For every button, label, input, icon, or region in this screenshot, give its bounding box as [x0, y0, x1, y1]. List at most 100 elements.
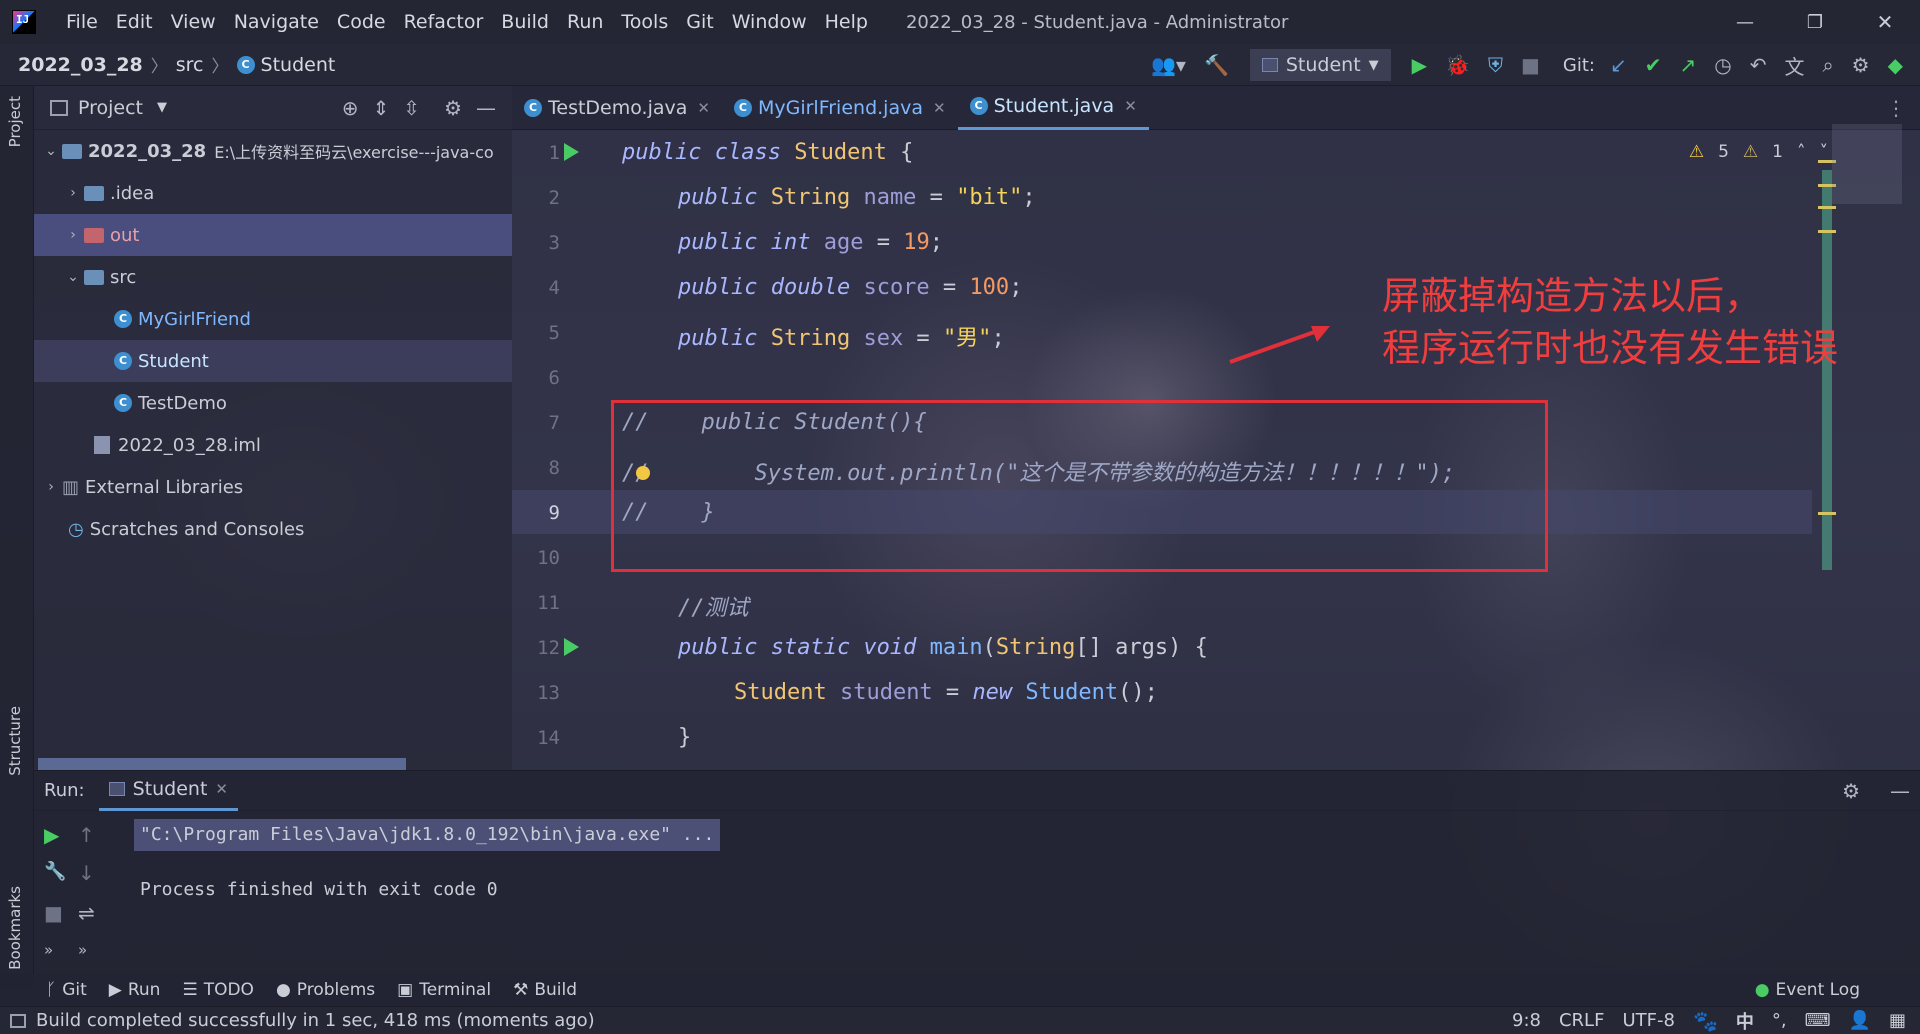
menu-build[interactable]: Build: [501, 11, 549, 33]
tree-item-out[interactable]: › out: [34, 214, 512, 256]
line-separator[interactable]: CRLF: [1559, 1010, 1604, 1031]
breadcrumb-file[interactable]: Student: [261, 54, 336, 76]
tree-item-scratches[interactable]: ◷ Scratches and Consoles: [34, 508, 512, 550]
stop-icon[interactable]: ■: [1521, 53, 1540, 77]
scroll-up-icon[interactable]: ↑: [78, 823, 95, 847]
tree-item-idea[interactable]: › .idea: [34, 172, 512, 214]
tab-mygirlfriend[interactable]: C MyGirlFriend.java ✕: [722, 86, 958, 130]
chevron-up-icon[interactable]: ˄: [1797, 142, 1806, 162]
wrench-icon[interactable]: 🔧: [44, 861, 66, 882]
build-hammer-icon[interactable]: 🔨: [1204, 53, 1229, 77]
gear-icon[interactable]: ⚙: [444, 96, 462, 120]
hide-panel-icon[interactable]: —: [1890, 779, 1910, 803]
toolbox-icon[interactable]: ◆: [1888, 53, 1903, 77]
status-message[interactable]: Build completed successfully in 1 sec, 4…: [36, 1010, 595, 1031]
rerun-icon[interactable]: ▶: [44, 823, 59, 847]
collapse-all-icon[interactable]: ⇳: [403, 96, 420, 120]
debug-icon[interactable]: 🐞: [1445, 53, 1470, 77]
menu-view[interactable]: View: [171, 11, 216, 33]
tree-item-testdemo[interactable]: C TestDemo: [34, 382, 512, 424]
gear-icon[interactable]: ⚙: [1842, 779, 1860, 803]
chevron-down-icon[interactable]: ˅: [1820, 142, 1829, 162]
file-encoding[interactable]: UTF-8: [1622, 1010, 1674, 1031]
breadcrumb-folder[interactable]: src: [176, 54, 204, 76]
horizontal-scrollbar[interactable]: [38, 758, 406, 770]
breadcrumb-project[interactable]: 2022_03_28: [18, 54, 143, 76]
punctuation-icon[interactable]: °,: [1772, 1010, 1787, 1031]
more-icon[interactable]: »: [78, 941, 87, 959]
close-tab-icon[interactable]: ✕: [1124, 97, 1137, 115]
tree-item-src[interactable]: ⌄ src: [34, 256, 512, 298]
restore-icon[interactable]: ❐: [1780, 12, 1850, 33]
chevron-right-icon[interactable]: ›: [62, 185, 84, 201]
tool-window-terminal[interactable]: ▣ Terminal: [397, 980, 491, 1000]
menu-git[interactable]: Git: [686, 11, 713, 33]
user-icon[interactable]: 👤: [1849, 1010, 1871, 1031]
bookmarks-tool-button[interactable]: Bookmarks: [6, 886, 24, 970]
tree-item-mygirlfriend[interactable]: C MyGirlFriend: [34, 298, 512, 340]
menu-edit[interactable]: Edit: [116, 11, 153, 33]
stop-icon[interactable]: ■: [44, 901, 63, 925]
tool-window-todo[interactable]: ☰ TODO: [182, 980, 254, 1000]
ime-mode[interactable]: 中: [1736, 1008, 1754, 1034]
close-tab-icon[interactable]: ✕: [933, 99, 946, 117]
tool-window-git[interactable]: ᚴ Git: [46, 980, 87, 1000]
menu-help[interactable]: Help: [825, 11, 868, 33]
run-gutter-icon[interactable]: [564, 143, 579, 161]
structure-tool-button[interactable]: Structure: [6, 706, 24, 776]
run-tab-student[interactable]: Student ✕: [98, 771, 238, 811]
grid-icon[interactable]: ▦: [1889, 1010, 1906, 1031]
tree-item-external-libraries[interactable]: › ▥ External Libraries: [34, 466, 512, 508]
chevron-down-icon[interactable]: ⌄: [40, 143, 62, 159]
close-tab-icon[interactable]: ✕: [215, 780, 228, 798]
run-configuration-select[interactable]: Student ▼: [1249, 49, 1391, 81]
history-icon[interactable]: ◷: [1714, 53, 1731, 77]
event-log-button[interactable]: ● Event Log: [1755, 980, 1860, 1000]
tree-item-iml[interactable]: 2022_03_28.iml: [34, 424, 512, 466]
menu-run[interactable]: Run: [567, 11, 603, 33]
cursor-position[interactable]: 9:8: [1512, 1010, 1541, 1031]
project-tool-button[interactable]: Project: [6, 96, 24, 147]
tool-window-problems[interactable]: ● Problems: [276, 980, 375, 1000]
keyboard-icon[interactable]: ⌨: [1805, 1010, 1831, 1031]
chevron-right-icon[interactable]: ›: [40, 479, 62, 495]
git-commit-icon[interactable]: ✔: [1645, 53, 1662, 77]
user-dropdown-icon[interactable]: 👥▾: [1151, 53, 1186, 77]
chevron-down-icon[interactable]: ▼: [157, 100, 167, 115]
close-tab-icon[interactable]: ✕: [697, 99, 710, 117]
hide-panel-icon[interactable]: —: [476, 96, 496, 120]
menu-refactor[interactable]: Refactor: [404, 11, 484, 33]
git-update-icon[interactable]: ↙: [1610, 53, 1627, 77]
chevron-down-icon[interactable]: ⌄: [62, 269, 84, 285]
settings-gear-icon[interactable]: ⚙: [1852, 53, 1870, 77]
search-icon[interactable]: ⌕: [1822, 53, 1833, 77]
rollback-icon[interactable]: ↶: [1750, 53, 1767, 77]
minimize-icon[interactable]: —: [1710, 12, 1780, 33]
tool-window-run[interactable]: ▶ Run: [109, 980, 161, 1000]
minimap[interactable]: [1832, 124, 1902, 204]
locate-icon[interactable]: ⊕: [342, 96, 359, 120]
menu-navigate[interactable]: Navigate: [234, 11, 319, 33]
more-icon[interactable]: »: [44, 941, 53, 959]
tab-student[interactable]: C Student.java ✕: [957, 86, 1149, 130]
coverage-icon[interactable]: ⛨: [1488, 53, 1503, 77]
tab-testdemo[interactable]: C TestDemo.java ✕: [512, 86, 722, 130]
panel-toggle-icon[interactable]: [10, 1013, 26, 1028]
project-panel-title[interactable]: Project: [78, 97, 143, 119]
warning-marker[interactable]: [1818, 230, 1836, 233]
run-gutter-icon[interactable]: [564, 638, 579, 656]
chevron-right-icon[interactable]: ›: [62, 227, 84, 243]
translate-icon[interactable]: 文: [1784, 51, 1804, 80]
more-options-icon[interactable]: ⋮: [1886, 96, 1906, 120]
git-push-icon[interactable]: ↗: [1679, 53, 1696, 77]
menu-tools[interactable]: Tools: [621, 11, 668, 33]
menu-code[interactable]: Code: [337, 11, 386, 33]
tool-window-build[interactable]: ⚒ Build: [513, 980, 577, 1000]
warning-marker[interactable]: [1818, 206, 1836, 209]
tree-root[interactable]: ⌄ 2022_03_28 E:\上传资料至码云\exercise---java-…: [34, 130, 512, 172]
close-icon[interactable]: ✕: [1850, 10, 1920, 34]
paw-icon[interactable]: 🐾: [1693, 1009, 1718, 1033]
inspection-widget[interactable]: ⚠ 5 ⚠ 1 ˄ ˅: [1689, 142, 1828, 162]
soft-wrap-icon[interactable]: ⇌: [78, 901, 95, 925]
run-icon[interactable]: ▶: [1412, 53, 1427, 77]
